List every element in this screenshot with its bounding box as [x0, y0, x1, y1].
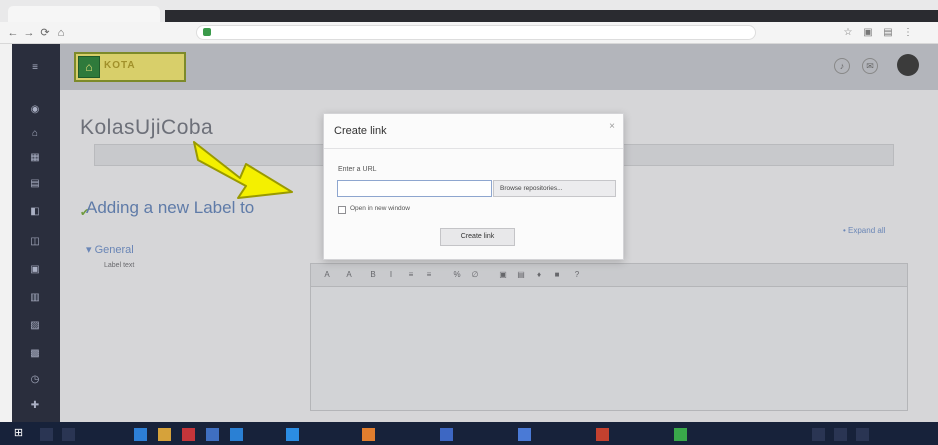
star-icon[interactable]: ☆	[842, 27, 854, 39]
search-icon[interactable]	[40, 428, 53, 441]
general-section-toggle[interactable]: ▾ General	[86, 243, 134, 256]
dialog-divider	[324, 148, 623, 149]
app-icon	[596, 428, 609, 441]
logo-emblem-icon: ⌂	[78, 56, 100, 78]
network-icon[interactable]	[856, 428, 869, 441]
editor-font-button[interactable]: A	[320, 270, 334, 279]
editor-help-button[interactable]: ?	[570, 270, 584, 279]
task-view-icon[interactable]	[62, 428, 75, 441]
url-input[interactable]	[337, 180, 492, 197]
close-icon[interactable]: ×	[606, 121, 618, 133]
editor-italic-button[interactable]: I	[384, 270, 398, 279]
expand-all-link[interactable]: • Expand all	[843, 226, 885, 235]
open-new-window-label: Open in new window	[350, 205, 410, 212]
url-field-label: Enter a URL	[338, 166, 377, 173]
reports-icon[interactable]: ▨	[28, 320, 42, 332]
address-bar[interactable]	[196, 25, 756, 40]
browse-repositories-button[interactable]: Browse repositories...	[493, 180, 616, 197]
office-icon[interactable]	[182, 428, 195, 441]
bookmarks-icon[interactable]: ▤	[882, 27, 894, 39]
arrow-annotation-icon	[193, 141, 293, 199]
app-icon	[674, 428, 687, 441]
app-icon	[362, 428, 375, 441]
mail-icon[interactable]	[230, 428, 243, 441]
app-icon	[518, 428, 531, 441]
add-block-icon[interactable]: ✚	[28, 400, 42, 412]
settings-icon[interactable]: ▥	[28, 292, 42, 304]
app-icon	[440, 428, 453, 441]
editor-recorder-button[interactable]: ♦	[532, 270, 546, 279]
extensions-icon[interactable]: ▣	[862, 27, 874, 39]
avatar[interactable]	[897, 54, 919, 76]
open-new-window-checkbox[interactable]	[338, 206, 346, 214]
editor-toolbar	[310, 263, 908, 287]
grades-icon[interactable]: ◫	[28, 236, 42, 248]
site-admin-icon[interactable]: ▩	[28, 348, 42, 360]
label-text-field-label: Label text	[104, 262, 135, 269]
file-explorer-icon[interactable]	[158, 428, 171, 441]
editor-bold-button[interactable]: B	[366, 270, 380, 279]
editor-numbered-button[interactable]: ≡	[422, 270, 436, 279]
users-icon[interactable]: ▣	[28, 264, 42, 276]
browser-tab[interactable]	[8, 6, 160, 22]
dashboard-icon[interactable]: ◉	[28, 104, 42, 116]
courses-icon[interactable]: ◧	[28, 206, 42, 218]
edge-icon[interactable]	[134, 428, 147, 441]
site-header	[60, 44, 938, 90]
windows-start-icon[interactable]: ⊞	[12, 427, 25, 440]
back-icon[interactable]: ←	[6, 26, 20, 40]
editor-media-button[interactable]: ▤	[514, 270, 528, 279]
system-tray-icon[interactable]	[812, 428, 825, 441]
create-link-button[interactable]: Create link	[440, 228, 515, 246]
menu-icon[interactable]: ⋮	[902, 27, 914, 39]
home-icon[interactable]: ⌂	[28, 128, 42, 140]
label-text-editor[interactable]	[310, 287, 908, 411]
messages-icon[interactable]: ✉	[862, 58, 878, 74]
calendar-icon[interactable]: ▦	[28, 152, 42, 164]
hamburger-icon[interactable]: ≡	[28, 62, 42, 74]
volume-icon[interactable]	[834, 428, 847, 441]
editor-paragraph-button[interactable]: A	[342, 270, 356, 279]
home-icon[interactable]: ⌂	[54, 26, 68, 40]
browser-title-area	[165, 10, 938, 22]
dialog-title: Create link	[334, 125, 387, 137]
files-icon[interactable]: ▤	[28, 178, 42, 190]
store-icon[interactable]	[206, 428, 219, 441]
logo-text: KOTA	[104, 60, 136, 71]
editor-bullets-button[interactable]: ≡	[404, 270, 418, 279]
editor-unlink-button[interactable]: ∅	[468, 270, 482, 279]
editor-image-button[interactable]: ▣	[496, 270, 510, 279]
clock-icon[interactable]: ◷	[28, 374, 42, 386]
lock-icon	[203, 28, 211, 36]
notifications-icon[interactable]: ♪	[834, 58, 850, 74]
editor-video-button[interactable]: ■	[550, 270, 564, 279]
reload-icon[interactable]: ⟳	[38, 26, 52, 40]
forward-icon[interactable]: →	[22, 26, 36, 40]
app-icon	[286, 428, 299, 441]
left-nav-rail	[12, 44, 60, 422]
editor-link-button[interactable]: %	[450, 270, 464, 279]
